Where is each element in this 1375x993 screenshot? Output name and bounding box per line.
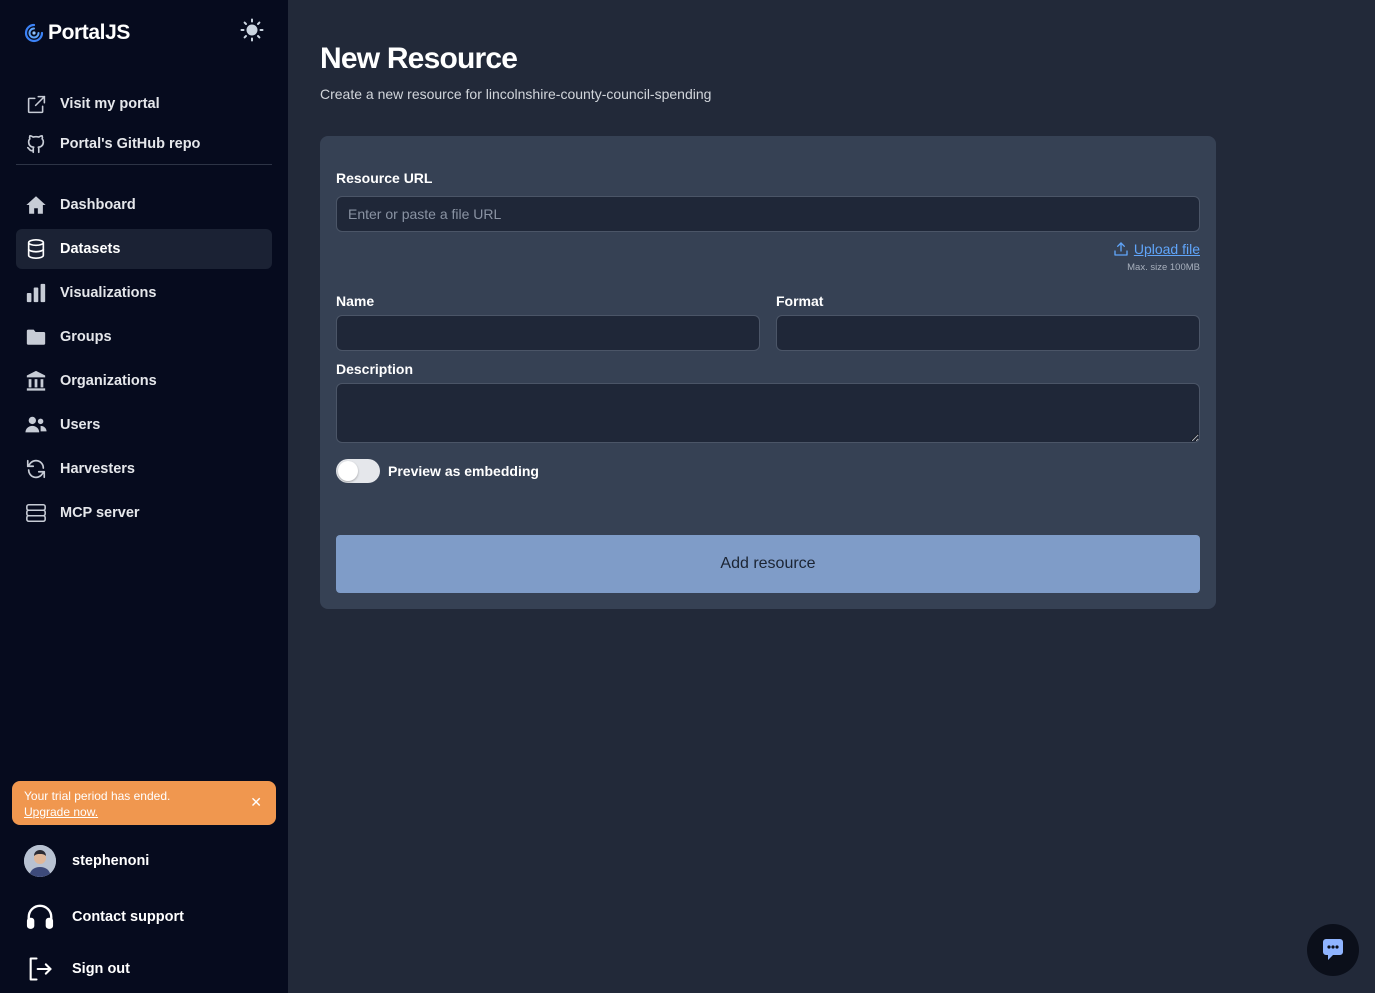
- support-label: Contact support: [72, 909, 184, 925]
- resource-url-label: Resource URL: [336, 170, 433, 186]
- new-resource-form: Resource URL Upload file Max. size 100MB…: [320, 136, 1216, 609]
- github-repo-link[interactable]: Portal's GitHub repo: [16, 124, 272, 164]
- sign-out-icon: [24, 953, 56, 985]
- sidebar-item-harvesters[interactable]: Harvesters: [16, 449, 272, 489]
- preview-embedding-toggle[interactable]: [336, 459, 380, 483]
- nav-label: Harvesters: [60, 461, 135, 477]
- portaljs-logo-icon: [24, 23, 44, 43]
- sun-icon: [240, 18, 264, 47]
- upload-icon: [1113, 241, 1129, 257]
- chat-icon: [1319, 936, 1347, 964]
- signout-label: Sign out: [72, 961, 130, 977]
- user-name: stephenoni: [72, 853, 150, 869]
- nav-label: Users: [60, 417, 101, 433]
- sidebar: PortalJS Visit my portal Portal's GitHub…: [0, 0, 288, 993]
- page-subtitle: Create a new resource for lincolnshire-c…: [320, 86, 712, 102]
- bar-chart-icon: [25, 282, 47, 304]
- sidebar-divider: [16, 164, 272, 165]
- nav-label: MCP server: [60, 505, 140, 521]
- sign-out-button[interactable]: Sign out: [24, 949, 274, 989]
- brand[interactable]: PortalJS: [24, 20, 130, 46]
- name-label: Name: [336, 293, 375, 309]
- home-icon: [25, 194, 47, 216]
- database-icon: [25, 238, 47, 260]
- sidebar-item-mcp-server[interactable]: MCP server: [16, 493, 272, 533]
- sidebar-item-organizations[interactable]: Organizations: [16, 361, 272, 401]
- building-icon: [25, 370, 47, 392]
- nav-label: Organizations: [60, 373, 157, 389]
- name-input[interactable]: [336, 315, 760, 351]
- server-icon: [25, 502, 47, 524]
- sidebar-item-groups[interactable]: Groups: [16, 317, 272, 357]
- upgrade-link[interactable]: Upgrade now.: [24, 805, 98, 819]
- refresh-icon: [25, 458, 47, 480]
- toggle-knob: [338, 461, 358, 481]
- nav-label: Datasets: [60, 241, 121, 257]
- description-textarea[interactable]: [336, 383, 1200, 443]
- sidebar-item-visualizations[interactable]: Visualizations: [16, 273, 272, 313]
- format-label: Format: [776, 293, 824, 309]
- user-profile[interactable]: stephenoni: [24, 841, 274, 881]
- resource-url-input[interactable]: [336, 196, 1200, 232]
- sidebar-item-datasets[interactable]: Datasets: [16, 229, 272, 269]
- nav-label: Groups: [60, 329, 112, 345]
- sidebar-item-users[interactable]: Users: [16, 405, 272, 445]
- nav-label: Visit my portal: [60, 96, 160, 112]
- github-icon: [25, 133, 47, 155]
- add-resource-button[interactable]: Add resource: [336, 535, 1200, 593]
- visit-portal-link[interactable]: Visit my portal: [16, 84, 272, 124]
- trial-text: Your trial period has ended.: [24, 789, 171, 803]
- preview-embedding-label: Preview as embedding: [388, 463, 539, 479]
- sidebar-item-dashboard[interactable]: Dashboard: [16, 185, 272, 225]
- theme-toggle-button[interactable]: [239, 18, 265, 47]
- chat-widget-button[interactable]: [1307, 924, 1359, 976]
- external-link-icon: [25, 93, 47, 115]
- trial-banner: Your trial period has ended. Upgrade now…: [12, 781, 276, 825]
- description-label: Description: [336, 361, 414, 377]
- max-size-hint: Max. size 100MB: [1127, 262, 1200, 273]
- page-title: New Resource: [320, 42, 518, 75]
- contact-support-link[interactable]: Contact support: [24, 897, 274, 937]
- nav-label: Visualizations: [60, 285, 157, 301]
- users-icon: [25, 414, 47, 436]
- close-icon[interactable]: ✕: [250, 794, 262, 810]
- avatar: [24, 845, 56, 877]
- upload-file-button[interactable]: Upload file: [1113, 241, 1200, 257]
- folder-icon: [25, 326, 47, 348]
- format-input[interactable]: [776, 315, 1200, 351]
- nav-label: Dashboard: [60, 197, 136, 213]
- headset-icon: [24, 901, 56, 933]
- app-name: PortalJS: [48, 21, 130, 44]
- nav-label: Portal's GitHub repo: [60, 136, 201, 152]
- upload-file-label: Upload file: [1133, 241, 1200, 257]
